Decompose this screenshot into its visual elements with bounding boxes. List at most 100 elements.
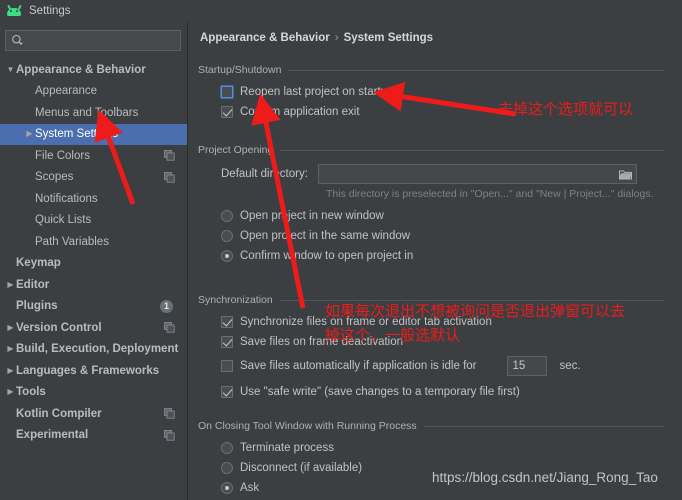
plugins-update-badge: 1: [160, 299, 173, 313]
checkbox-box[interactable]: [221, 86, 233, 98]
sidebar-item-build-execution-deployment[interactable]: ▶ Build, Execution, Deployment: [0, 339, 187, 361]
sidebar-item-label: Version Control: [16, 321, 102, 334]
checkbox-label: Use "safe write" (save changes to a temp…: [240, 386, 520, 398]
folder-icon[interactable]: [618, 169, 632, 180]
radio-label: Disconnect (if available): [240, 462, 363, 474]
group-divider: [279, 299, 664, 301]
group-project-opening: Project Opening Default directory: This …: [198, 144, 664, 266]
sidebar-item-label: Plugins: [16, 300, 58, 313]
breadcrumb-current: System Settings: [343, 32, 434, 44]
sidebar-item-keymap[interactable]: Keymap: [0, 253, 187, 275]
sidebar-item-appearance-behavior[interactable]: ▼ Appearance & Behavior: [0, 59, 187, 81]
checkbox-save-files-on-frame-deactivation[interactable]: Save files on frame deactivation: [221, 332, 664, 352]
group-closing-tool-window: On Closing Tool Window with Running Proc…: [198, 420, 664, 498]
title-bar: Settings: [0, 0, 682, 22]
chevron-right-icon[interactable]: ▶: [5, 388, 16, 396]
sidebar-item-label: System Settings: [35, 128, 119, 141]
group-divider: [288, 69, 664, 71]
radio-label: Ask: [240, 482, 260, 494]
copy-settings-icon: [164, 322, 175, 333]
sidebar-item-label: Languages & Frameworks: [16, 364, 160, 377]
default-directory-input[interactable]: [317, 164, 637, 184]
radio-label: Terminate process: [240, 442, 334, 454]
sidebar-item-file-colors[interactable]: File Colors: [0, 145, 187, 167]
group-title-closing-tool-window: On Closing Tool Window with Running Proc…: [198, 420, 664, 432]
settings-sidebar: ▼ Appearance & Behavior Appearance Menus an…: [0, 22, 188, 500]
radio-terminate-process[interactable]: Terminate process: [221, 438, 664, 458]
checkbox-box[interactable]: [221, 106, 233, 118]
android-icon: [6, 4, 22, 18]
radio-button[interactable]: [221, 230, 233, 242]
sidebar-item-label: Appearance & Behavior: [16, 63, 146, 76]
chevron-down-icon[interactable]: ▼: [5, 65, 16, 74]
checkbox-label: Reopen last project on startup: [240, 86, 394, 98]
sidebar-item-label: Editor: [16, 278, 50, 291]
sidebar-item-label: Keymap: [16, 257, 61, 270]
sidebar-item-label: Appearance: [35, 85, 98, 98]
sidebar-item-languages-frameworks[interactable]: ▶ Languages & Frameworks: [0, 360, 187, 382]
closing-tool-window-radios: Terminate process Disconnect (if availabl…: [198, 438, 664, 498]
sidebar-item-label: Scopes: [35, 171, 74, 184]
radio-label: Open project in new window: [240, 210, 384, 222]
radio-confirm-window-to-open-project-in[interactable]: Confirm window to open project in: [221, 246, 664, 266]
sidebar-item-path-variables[interactable]: Path Variables: [0, 231, 187, 253]
checkbox-reopen-last-project[interactable]: Reopen last project on startup: [221, 82, 664, 102]
group-label: Synchronization: [198, 294, 273, 306]
sidebar-item-label: Kotlin Compiler: [16, 407, 102, 420]
radio-button[interactable]: [221, 210, 233, 222]
radio-button[interactable]: [221, 462, 233, 474]
sidebar-item-version-control[interactable]: ▶ Version Control: [0, 317, 187, 339]
radio-button[interactable]: [221, 442, 233, 454]
search-icon: [12, 34, 23, 45]
synchronization-checkboxes: Synchronize files on frame or editor tab…: [198, 312, 664, 402]
breadcrumb: Appearance & Behavior › System Settings: [200, 32, 433, 44]
sidebar-item-quick-lists[interactable]: Quick Lists: [0, 210, 187, 232]
radio-button[interactable]: [221, 482, 233, 494]
chevron-right-icon[interactable]: ▶: [5, 323, 16, 332]
radio-button[interactable]: [221, 250, 233, 262]
sidebar-item-plugins[interactable]: Plugins 1: [0, 296, 187, 318]
sidebar-item-label: Path Variables: [35, 235, 109, 248]
copy-settings-icon: [164, 150, 175, 161]
checkbox-label: Confirm application exit: [240, 106, 360, 118]
chevron-right-icon[interactable]: ▶: [5, 345, 16, 353]
radio-label: Open project in the same window: [240, 230, 411, 242]
group-divider: [423, 425, 664, 427]
sidebar-item-experimental[interactable]: Experimental: [0, 425, 187, 447]
sidebar-item-label: Tools: [16, 386, 46, 399]
sidebar-item-tools[interactable]: ▶ Tools: [0, 382, 187, 404]
radio-open-project-in-new-window[interactable]: Open project in new window: [221, 206, 664, 226]
sidebar-item-kotlin-compiler[interactable]: Kotlin Compiler: [0, 403, 187, 425]
radio-open-project-in-the-same-window[interactable]: Open project in the same window: [221, 226, 664, 246]
checkbox-box[interactable]: [221, 316, 233, 328]
checkbox-save-files-automatically-if-application-is-idle-for[interactable]: Save files automatically if application …: [221, 356, 664, 376]
search-input[interactable]: [28, 34, 168, 47]
radio-disconnect-if-available[interactable]: Disconnect (if available): [221, 458, 664, 478]
checkbox-synchronize-files-on-frame-or-editor-tab-activation[interactable]: Synchronize files on frame or editor tab…: [221, 312, 664, 332]
checkbox-box[interactable]: [221, 336, 233, 348]
copy-settings-icon: [164, 171, 175, 183]
sidebar-item-system-settings[interactable]: ▶ System Settings: [0, 123, 187, 145]
sidebar-item-notifications[interactable]: Notifications: [0, 188, 187, 210]
chevron-right-icon[interactable]: ▶: [24, 130, 35, 138]
checkbox-confirm-application-exit[interactable]: Confirm application exit: [221, 102, 664, 122]
checkbox-use-safe-write-save-changes-to-a-temporary-file-first[interactable]: Use "safe write" (save changes to a temp…: [221, 382, 664, 402]
group-label: Startup/Shutdown: [198, 64, 282, 76]
radio-label: Confirm window to open project in: [240, 250, 414, 262]
chevron-right-icon[interactable]: ▶: [5, 366, 16, 375]
search-box[interactable]: [5, 30, 181, 51]
radio-ask[interactable]: Ask: [221, 478, 664, 498]
settings-main-panel: Appearance & Behavior › System Settings St…: [189, 22, 682, 500]
checkbox-box[interactable]: [221, 386, 233, 398]
idle-seconds-input[interactable]: [506, 356, 547, 376]
checkbox-box[interactable]: [221, 360, 233, 372]
copy-settings-icon: [164, 408, 175, 419]
breadcrumb-parent[interactable]: Appearance & Behavior: [200, 32, 330, 44]
sidebar-item-label: Build, Execution, Deployment: [16, 343, 179, 356]
chevron-right-icon[interactable]: ▶: [5, 280, 16, 289]
sidebar-item-editor[interactable]: ▶ Editor: [0, 274, 187, 296]
sidebar-item-appearance[interactable]: Appearance: [0, 81, 187, 103]
sidebar-item-menus-and-toolbars[interactable]: Menus and Toolbars: [0, 102, 187, 124]
default-directory-hint: This directory is preselected in "Open..…: [326, 188, 654, 200]
sidebar-item-scopes[interactable]: Scopes: [0, 167, 187, 189]
